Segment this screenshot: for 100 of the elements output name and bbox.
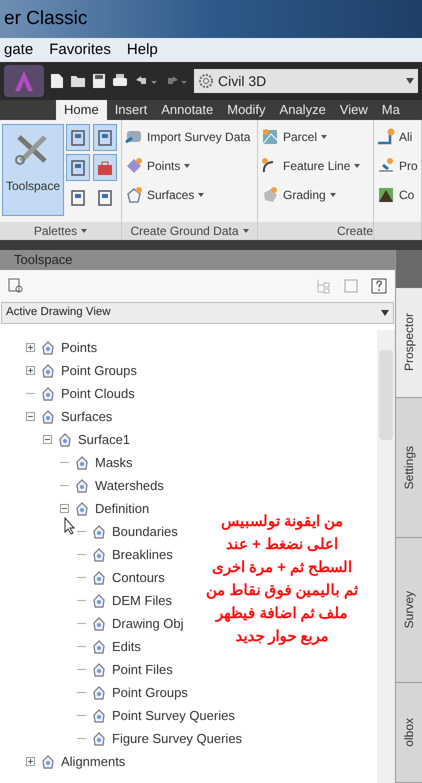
ribbon-button[interactable]: Ali xyxy=(377,126,418,148)
save-icon[interactable] xyxy=(92,73,106,89)
caret-icon xyxy=(330,193,336,197)
toolspace-button[interactable]: Toolspace xyxy=(2,124,64,216)
tree-item[interactable]: Masks xyxy=(95,452,133,472)
application-logo-icon xyxy=(14,70,34,92)
tree-item[interactable]: Point Files xyxy=(112,660,173,680)
window-icon xyxy=(96,188,114,206)
panel-title: Toolspace xyxy=(14,251,73,270)
tree-node-icon xyxy=(40,754,56,770)
line-icon xyxy=(377,128,395,146)
tree-node-icon xyxy=(91,524,107,540)
expand-icon[interactable] xyxy=(26,757,35,766)
tree-node-icon xyxy=(91,570,107,586)
tree-node-icon xyxy=(91,708,107,724)
ribbon-button[interactable]: Feature Line xyxy=(261,155,370,177)
tree-item[interactable]: Point Clouds xyxy=(61,384,135,404)
side-tab[interactable]: olbox xyxy=(396,683,422,783)
workspace-dropdown[interactable]: Civil 3D xyxy=(194,69,418,93)
palette-button[interactable] xyxy=(93,154,117,181)
tree-item[interactable]: Alignments xyxy=(61,752,126,772)
tree-item[interactable]: Point Groups xyxy=(112,682,188,702)
caret-icon xyxy=(321,135,328,139)
search-icon[interactable] xyxy=(8,278,24,294)
menu-item[interactable]: Help xyxy=(126,38,158,62)
menu-item[interactable]: Favorites xyxy=(49,38,111,62)
tree-item[interactable]: Surface1 xyxy=(78,430,130,450)
ribbon-group-label[interactable]: Create Ground Data xyxy=(130,222,239,240)
print-icon[interactable] xyxy=(112,73,128,89)
palette-button[interactable] xyxy=(93,124,117,151)
open-folder-icon[interactable] xyxy=(70,74,86,88)
tree-item[interactable]: Point Groups xyxy=(61,360,137,380)
collapse-icon[interactable] xyxy=(43,435,52,444)
tree-item[interactable]: Point Survey Queries xyxy=(112,706,235,726)
tree-node-icon xyxy=(91,638,107,654)
side-panel-header xyxy=(396,250,422,288)
ribbon-tab[interactable]: Annotate xyxy=(155,100,220,120)
tree-node-icon xyxy=(91,546,107,562)
points-icon xyxy=(125,157,143,175)
ribbon-button[interactable]: Co xyxy=(377,184,418,206)
caret-icon xyxy=(198,193,204,197)
tree-item[interactable]: Watersheds xyxy=(95,476,164,496)
tree-node-icon xyxy=(40,408,56,424)
side-tab[interactable]: Prospector xyxy=(396,288,422,398)
ribbon-tab[interactable]: Insert xyxy=(108,100,154,120)
side-tab[interactable]: Survey xyxy=(396,538,422,683)
collapse-icon[interactable] xyxy=(26,412,35,421)
tree-node-icon xyxy=(74,500,90,516)
menu-item[interactable]: gate xyxy=(4,38,34,62)
tree-node-icon xyxy=(40,362,56,378)
tree-item[interactable]: DEM Files xyxy=(112,590,172,610)
collapse-icon[interactable] xyxy=(60,504,69,513)
tree-node-icon xyxy=(91,616,107,632)
tree-item[interactable]: Definition xyxy=(95,498,150,518)
tree-node-icon xyxy=(91,662,107,678)
tree-node-icon xyxy=(57,432,73,448)
tree-item[interactable]: Edits xyxy=(112,636,141,656)
tree-node-icon xyxy=(74,454,90,470)
palette-button[interactable] xyxy=(66,154,90,181)
palette-button[interactable] xyxy=(66,124,90,151)
ribbon-group-label[interactable]: Palettes xyxy=(34,222,78,240)
tree-node-icon xyxy=(91,592,107,608)
ribbon-tab[interactable]: Analyze xyxy=(274,100,332,120)
import-icon xyxy=(125,128,143,146)
caret-icon xyxy=(354,164,360,168)
tree-node-icon xyxy=(40,340,56,356)
ribbon-button[interactable]: Grading xyxy=(261,184,370,206)
tree-node-icon xyxy=(91,730,107,746)
tree-item[interactable]: Breaklines xyxy=(112,544,173,564)
gear-icon xyxy=(198,73,214,89)
ribbon-tab[interactable]: Ma xyxy=(376,100,406,120)
scrollbar[interactable] xyxy=(377,330,395,783)
tree-item[interactable]: Figure Survey Queries xyxy=(112,728,242,748)
tree-item[interactable]: Points xyxy=(61,338,98,358)
tree-item[interactable]: Contours xyxy=(112,568,165,588)
window-title: er Classic xyxy=(4,6,88,31)
new-file-icon[interactable] xyxy=(50,73,64,89)
panel-icon xyxy=(69,188,87,206)
ribbon-button[interactable]: Import Survey Data xyxy=(125,126,254,148)
ribbon-group-label: Create xyxy=(336,223,373,240)
ribbon-tab[interactable]: View xyxy=(334,100,374,120)
help-icon[interactable] xyxy=(371,278,387,294)
tree-item[interactable]: Surfaces xyxy=(61,406,112,426)
ribbon-button[interactable]: Pro xyxy=(377,155,418,177)
ribbon-tab[interactable]: Home xyxy=(56,100,107,120)
tree-item[interactable]: Boundaries xyxy=(112,522,178,542)
tree-item[interactable]: Drawing Obj xyxy=(112,614,184,634)
side-tab[interactable]: Settings xyxy=(396,398,422,538)
view-dropdown[interactable]: Active Drawing View xyxy=(1,302,394,324)
expand-icon[interactable] xyxy=(26,343,35,352)
expand-icon[interactable] xyxy=(26,366,35,375)
tree-node-icon xyxy=(74,478,90,494)
tree-node-icon xyxy=(91,684,107,700)
ribbon-button[interactable]: Parcel xyxy=(261,126,370,148)
ribbon-button[interactable]: Points xyxy=(125,155,254,177)
caret-icon xyxy=(381,310,389,316)
cursor-icon xyxy=(64,517,76,535)
ribbon-button[interactable]: Surfaces xyxy=(125,184,254,206)
caret-icon xyxy=(81,229,88,233)
ribbon-tab[interactable]: Modify xyxy=(221,100,272,120)
